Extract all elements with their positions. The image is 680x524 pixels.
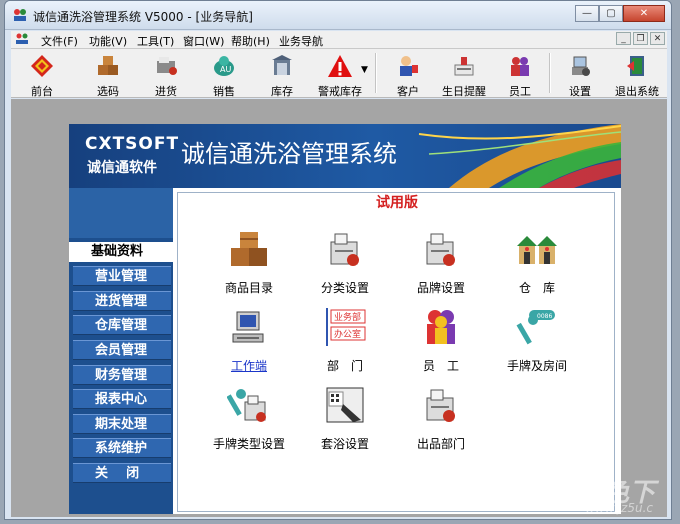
item-brand-settings[interactable]: 品牌设置 xyxy=(393,228,489,296)
brand-settings-icon xyxy=(426,233,455,266)
menu-function[interactable]: 功能(V) xyxy=(89,33,127,49)
customer-icon xyxy=(400,56,418,76)
item-key-tag-type-settings[interactable]: 手牌类型设置 xyxy=(201,384,297,452)
nav-report-center[interactable]: 报表中心 xyxy=(73,389,171,409)
nav-warehouse-management[interactable]: 仓库管理 xyxy=(73,315,171,335)
system-title: 诚信通洗浴管理系统 xyxy=(181,140,397,168)
warning-icon xyxy=(328,55,352,77)
toolbar-separator xyxy=(549,53,551,93)
nav-finance-management[interactable]: 财务管理 xyxy=(73,365,171,385)
item-warehouse[interactable]: 仓 库 xyxy=(489,228,585,296)
menu-business-nav[interactable]: 业务导航 xyxy=(279,33,323,49)
svg-text:0086: 0086 xyxy=(537,313,552,320)
toolbar-separator xyxy=(375,53,377,93)
mdi-minimize-button[interactable]: _ xyxy=(616,32,631,45)
workstation-icon xyxy=(232,311,264,343)
item-key-tag-room[interactable]: 0086 手牌及房间 xyxy=(489,306,585,374)
warning-dropdown-icon[interactable]: ▼ xyxy=(361,65,368,75)
menu-file[interactable]: 文件(F) xyxy=(41,33,78,49)
boxes-icon xyxy=(98,56,118,75)
trial-label: 试用版 xyxy=(376,195,418,211)
item-bath-package-settings[interactable]: 套浴设置 xyxy=(297,384,393,452)
menu-window[interactable]: 窗口(W) xyxy=(183,33,224,49)
nav-sidebar: 基础资料 营业管理 进货管理 仓库管理 会员管理 财务管理 报表中心 期末处理 … xyxy=(69,188,173,514)
brand-subtitle: 诚信通软件 xyxy=(87,160,157,176)
nav-business-management[interactable]: 营业管理 xyxy=(73,266,171,286)
mdi-app-icon xyxy=(16,33,28,44)
output-department-icon xyxy=(426,389,455,422)
nav-purchase-management[interactable]: 进货管理 xyxy=(73,291,171,311)
brand-name: CXTSOFT xyxy=(85,134,180,154)
department-icon: 业务部 办公室 xyxy=(326,308,366,346)
svg-text:AU: AU xyxy=(220,65,231,74)
menu-help[interactable]: 帮助(H) xyxy=(231,33,270,49)
toolbar-sales[interactable]: AU 销售 xyxy=(199,51,249,98)
item-category-settings[interactable]: 分类设置 xyxy=(297,228,393,296)
nav-period-end[interactable]: 期末处理 xyxy=(73,414,171,434)
item-workstation[interactable]: 工作端 xyxy=(201,306,297,374)
inventory-icon xyxy=(272,55,292,75)
product-catalog-icon xyxy=(231,232,267,266)
mdi-close-button[interactable]: ✕ xyxy=(650,32,665,45)
content-panel: 试用版 商品目录 分类设置 品牌设置 仓 库 工作端 业务部 办公室 部 门 员… xyxy=(173,188,621,514)
minimize-button[interactable]: — xyxy=(575,5,599,22)
purchase-icon xyxy=(157,57,177,75)
front-desk-icon xyxy=(31,55,53,77)
maximize-button[interactable]: ▢ xyxy=(599,5,623,22)
bath-package-icon xyxy=(326,387,364,423)
title-bar: 诚信通洗浴管理系统 V5000 - [业务导航] — ▢ ✕ xyxy=(5,1,671,30)
nav-system-maintenance[interactable]: 系统维护 xyxy=(73,438,171,458)
item-product-catalog[interactable]: 商品目录 xyxy=(201,228,297,296)
close-button[interactable]: ✕ xyxy=(623,5,665,22)
sidebar-header xyxy=(69,188,173,238)
toolbar-code[interactable]: 选码 xyxy=(83,51,133,98)
key-tag-type-icon xyxy=(226,389,266,422)
category-settings-icon xyxy=(330,233,359,266)
item-department[interactable]: 业务部 办公室 部 门 xyxy=(297,306,393,374)
toolbar-purchase[interactable]: 进货 xyxy=(141,51,191,98)
warehouse-icon xyxy=(517,236,557,264)
app-icon xyxy=(14,9,26,21)
key-tag-icon: 0086 xyxy=(516,310,555,345)
staff-icon xyxy=(511,57,529,76)
item-employee[interactable]: 员 工 xyxy=(393,306,489,374)
mdi-restore-button[interactable]: ❐ xyxy=(633,32,648,45)
watermark-url: www.jz5u.c xyxy=(585,501,653,515)
toolbar-customer[interactable]: 客户 xyxy=(383,51,433,98)
nav-basic-info[interactable]: 基础资料 xyxy=(69,242,173,262)
toolbar-staff[interactable]: 员工 xyxy=(495,51,545,98)
toolbar-inventory[interactable]: 库存 xyxy=(257,51,307,98)
nav-close[interactable]: 关 闭 xyxy=(73,463,171,483)
toolbar-front-desk[interactable]: 前台 xyxy=(17,51,67,98)
banner: CXTSOFT 诚信通软件 诚信通洗浴管理系统 xyxy=(69,124,621,188)
employee-icon xyxy=(427,310,455,344)
sales-icon: AU xyxy=(214,56,234,76)
menu-tools[interactable]: 工具(T) xyxy=(137,33,174,49)
window-title: 诚信通洗浴管理系统 V5000 - [业务导航] xyxy=(33,10,253,24)
dept-tag-business: 业务部 xyxy=(334,311,361,323)
dept-tag-office: 办公室 xyxy=(334,328,361,340)
menu-bar: 文件(F) 功能(V) 工具(T) 窗口(W) 帮助(H) 业务导航 _ ❐ ✕ xyxy=(11,31,667,49)
birthday-icon xyxy=(454,57,474,76)
mdi-client-area: CXTSOFT 诚信通软件 诚信通洗浴管理系统 基础资料 营业管理 进货管理 仓… xyxy=(11,99,667,517)
toolbar-settings[interactable]: 设置 xyxy=(555,51,605,98)
toolbar: 前台 选码 进货 AU 销售 库存 警戒库存 ▼ 客户 生日提醒 员工 设置 退… xyxy=(11,49,667,98)
business-navigator-window: CXTSOFT 诚信通软件 诚信通洗浴管理系统 基础资料 营业管理 进货管理 仓… xyxy=(69,124,621,514)
item-output-department[interactable]: 出品部门 xyxy=(393,384,489,452)
settings-icon xyxy=(572,56,590,76)
nav-member-management[interactable]: 会员管理 xyxy=(73,340,171,360)
toolbar-exit[interactable]: 退出系统 xyxy=(609,51,665,98)
exit-icon xyxy=(627,56,644,76)
app-window: 诚信通洗浴管理系统 V5000 - [业务导航] — ▢ ✕ 文件(F) 功能(… xyxy=(4,0,672,520)
toolbar-birthday[interactable]: 生日提醒 xyxy=(439,51,489,98)
